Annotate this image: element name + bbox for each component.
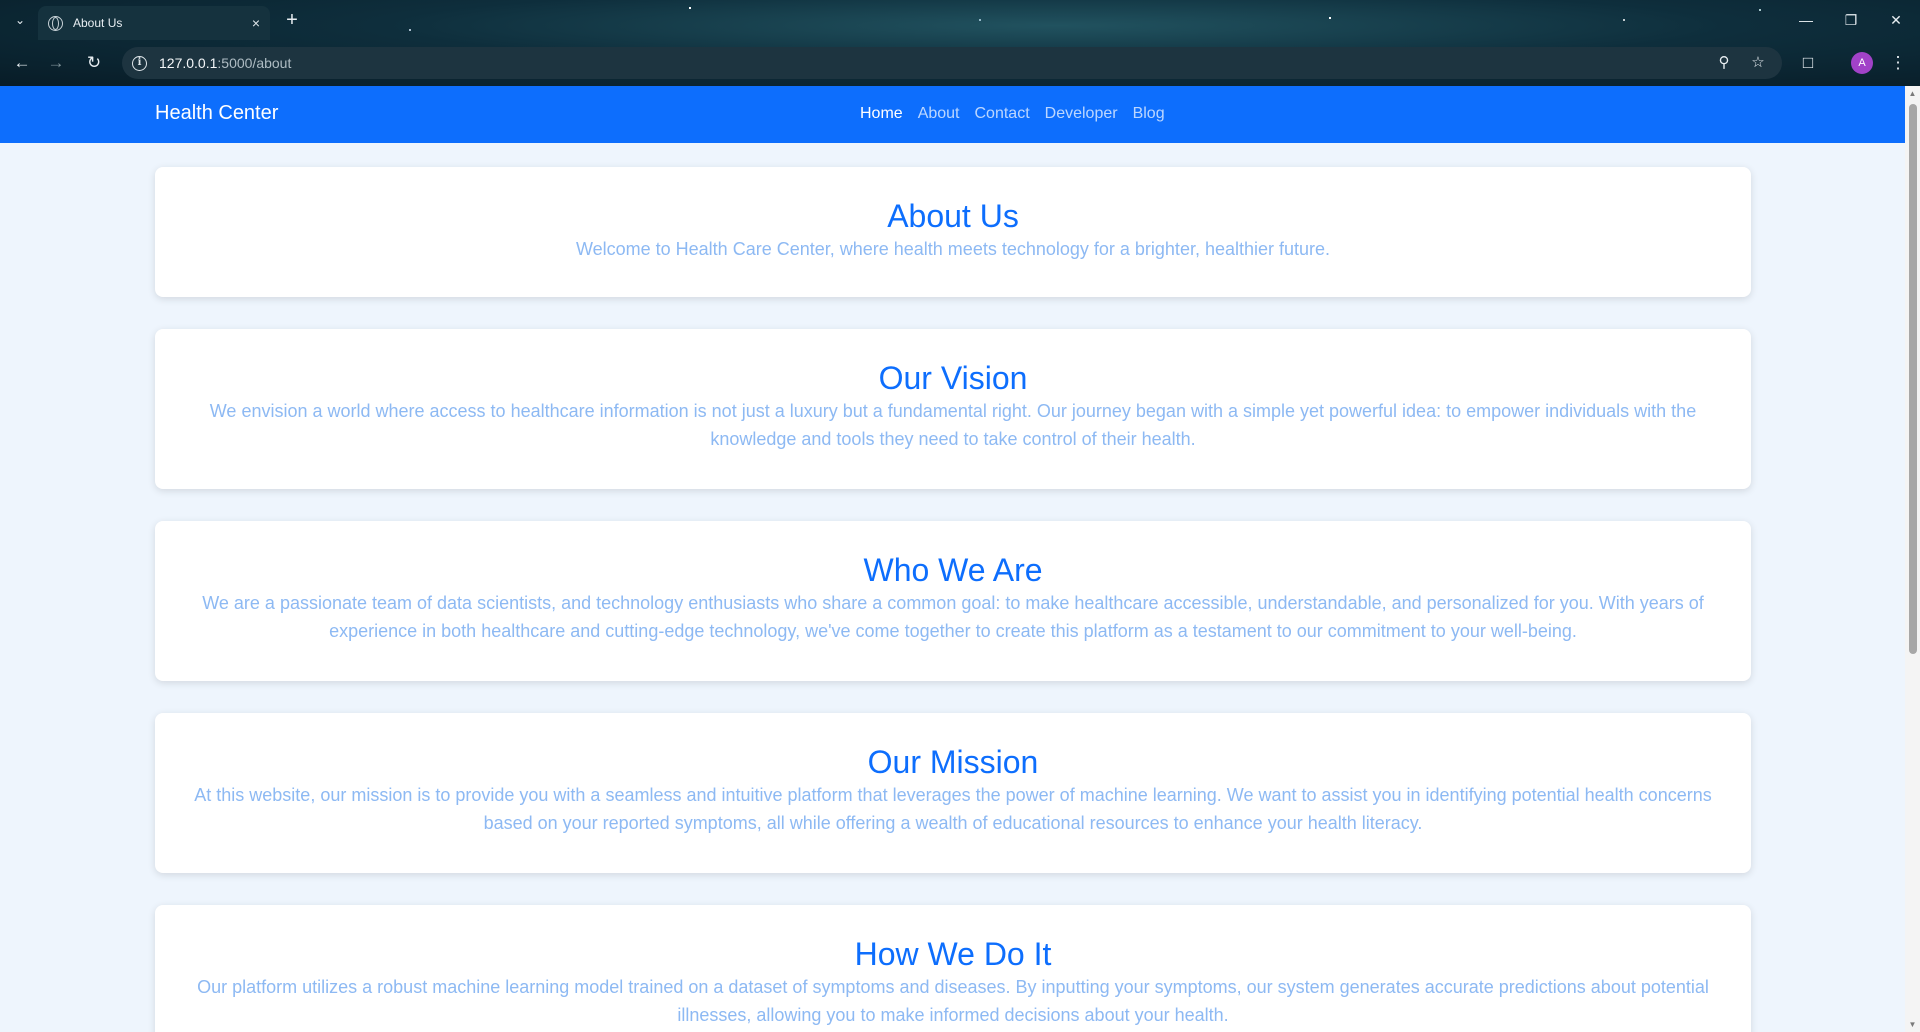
window-close-icon[interactable]: ✕: [1881, 8, 1911, 32]
about-us-card: About Us Welcome to Health Care Center, …: [155, 167, 1751, 297]
close-icon[interactable]: ×: [252, 15, 260, 31]
forward-icon[interactable]: →: [44, 51, 68, 75]
section-title: Our Vision: [878, 360, 1028, 396]
extensions-icon[interactable]: □: [1796, 51, 1820, 75]
section-title: How We Do It: [854, 936, 1052, 972]
nav-link-blog[interactable]: Blog: [1133, 105, 1165, 123]
site-navbar: Health Center Home About Contact Develop…: [0, 86, 1905, 143]
address-bar[interactable]: i 127.0.0.1:5000/about ⚲ ☆: [122, 47, 1782, 79]
zoom-icon[interactable]: ⚲: [1712, 51, 1736, 75]
page-viewport: Health Center Home About Contact Develop…: [0, 86, 1905, 1032]
back-icon[interactable]: ←: [10, 51, 34, 75]
avatar[interactable]: A: [1851, 52, 1873, 74]
tab-title: About Us: [73, 16, 123, 30]
section-text: Welcome to Health Care Center, where hea…: [575, 239, 1331, 259]
tab-list-icon[interactable]: ⌄: [10, 10, 30, 30]
globe-icon: [48, 15, 63, 31]
plus-icon[interactable]: +: [282, 8, 302, 32]
section-title: Who We Are: [863, 552, 1043, 588]
info-icon[interactable]: i: [132, 55, 147, 71]
browser-toolbar: ← → ↻ i 127.0.0.1:5000/about ⚲ ☆ □ A ⋮: [0, 44, 1920, 82]
browser-chrome: ⌄ About Us × + — ❐ ✕ ← → ↻ i 127.0.0.1:5…: [0, 0, 1920, 86]
browser-tab[interactable]: About Us ×: [38, 6, 270, 40]
section-text: Our platform utilizes a robust machine l…: [197, 977, 1709, 1025]
restore-icon[interactable]: ❐: [1836, 8, 1866, 32]
minimize-icon[interactable]: —: [1791, 8, 1821, 32]
url-text[interactable]: 127.0.0.1:5000/about: [159, 55, 291, 71]
who-we-are-card: Who We Are We are a passionate team of d…: [155, 521, 1751, 681]
section-title: About Us: [887, 198, 1019, 234]
menu-icon[interactable]: ⋮: [1886, 51, 1910, 75]
section-text: We envision a world where access to heal…: [209, 401, 1697, 449]
main-content: About Us Welcome to Health Care Center, …: [0, 143, 1905, 1032]
scroll-down-arrow-icon[interactable]: ▼: [1908, 1020, 1917, 1029]
section-title: Our Mission: [867, 744, 1039, 780]
nav-link-contact[interactable]: Contact: [975, 105, 1030, 123]
scroll-up-arrow-icon[interactable]: ▲: [1908, 89, 1917, 98]
our-mission-card: Our Mission At this website, our mission…: [155, 713, 1751, 873]
url-path: :5000/about: [217, 55, 292, 71]
tab-bar: ⌄ About Us × + — ❐ ✕: [0, 0, 1920, 40]
section-text: At this website, our mission is to provi…: [194, 785, 1712, 833]
scrollbar-thumb[interactable]: [1909, 104, 1917, 654]
reload-icon[interactable]: ↻: [82, 51, 106, 75]
page-scrollbar[interactable]: ▲ ▼: [1905, 86, 1920, 1032]
section-text: We are a passionate team of data scienti…: [202, 593, 1704, 641]
our-vision-card: Our Vision We envision a world where acc…: [155, 329, 1751, 489]
nav-link-about[interactable]: About: [918, 105, 960, 123]
nav-links: Home About Contact Developer Blog: [860, 105, 1165, 123]
star-icon[interactable]: ☆: [1746, 51, 1770, 75]
how-we-do-it-card: How We Do It Our platform utilizes a rob…: [155, 905, 1751, 1032]
url-host: 127.0.0.1: [159, 55, 218, 71]
navbar-brand[interactable]: Health Center: [155, 102, 278, 125]
nav-link-developer[interactable]: Developer: [1045, 105, 1118, 123]
nav-link-home[interactable]: Home: [860, 105, 903, 123]
